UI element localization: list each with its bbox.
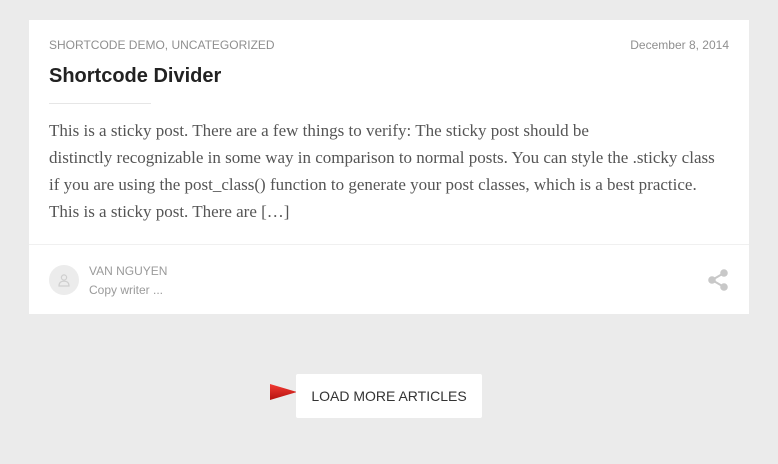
excerpt-line: This is a sticky post. There are […]	[49, 202, 290, 221]
excerpt-line: This is a sticky post. There are a few t…	[49, 121, 589, 140]
author-name[interactable]: VAN NGUYEN	[89, 264, 167, 278]
post-meta: SHORTCODE DEMO, UNCATEGORIZED December 8…	[49, 38, 729, 52]
post-card: SHORTCODE DEMO, UNCATEGORIZED December 8…	[29, 20, 749, 314]
user-icon	[58, 274, 70, 287]
author-avatar[interactable]	[49, 265, 79, 295]
post-excerpt: This is a sticky post. There are a few t…	[49, 117, 735, 225]
share-icon	[708, 269, 728, 291]
footer-divider	[29, 244, 749, 245]
post-categories[interactable]: SHORTCODE DEMO, UNCATEGORIZED	[49, 38, 275, 52]
post-title[interactable]: Shortcode Divider	[49, 65, 221, 88]
red-arrow-icon	[198, 384, 297, 400]
excerpt-line: if you are using the post_class() functi…	[49, 175, 697, 194]
post-date: December 8, 2014	[630, 38, 729, 52]
share-button[interactable]	[706, 269, 730, 291]
excerpt-line: distinctly recognizable in some way in c…	[49, 148, 715, 167]
title-divider	[49, 103, 151, 104]
author-role: Copy writer ...	[89, 283, 164, 297]
load-more-button[interactable]: LOAD MORE ARTICLES	[296, 374, 482, 418]
